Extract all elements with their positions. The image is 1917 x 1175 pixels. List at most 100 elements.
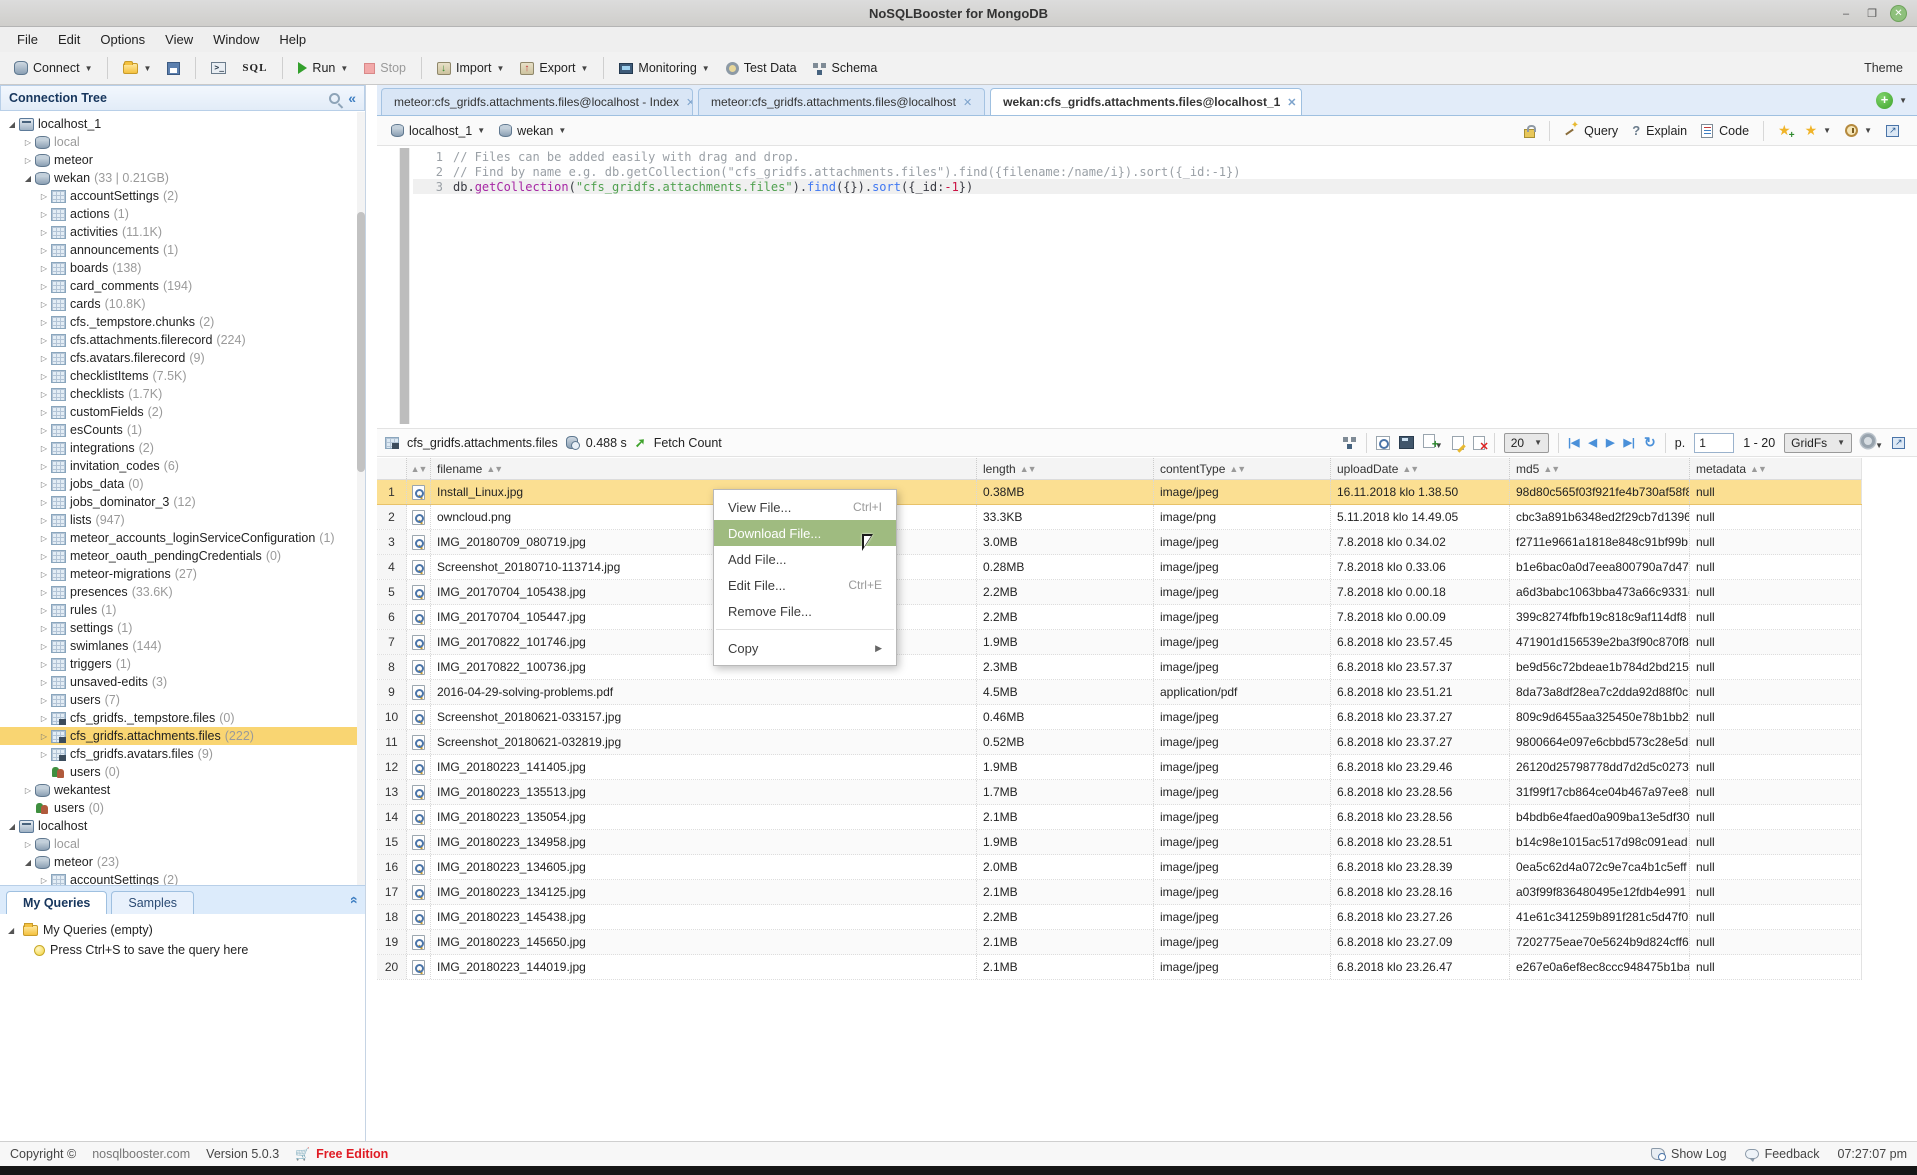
table-row[interactable]: 14IMG_20180223_135054.jpg2.1MBimage/jpeg… <box>377 805 1862 830</box>
expand-icon[interactable]: ▷ <box>38 660 50 669</box>
export-button[interactable]: Export▼ <box>514 57 594 79</box>
last-page-button[interactable]: ▶| <box>1623 436 1635 449</box>
code-button[interactable]: Code <box>1701 124 1749 138</box>
test-data-button[interactable]: Test Data <box>720 57 803 79</box>
menu-edit[interactable]: Edit <box>49 29 89 50</box>
expand-icon[interactable]: ▷ <box>38 390 50 399</box>
header-icon-col[interactable]: ▲▼ <box>407 458 431 479</box>
collapse-icon[interactable]: ◢ <box>6 822 18 831</box>
tree-item-activities[interactable]: ▷activities(11.1K) <box>0 223 357 241</box>
console-icon[interactable] <box>1399 436 1414 449</box>
header-contentType[interactable]: contentType▲▼ <box>1154 458 1331 479</box>
schema-button[interactable]: Schema <box>807 57 884 79</box>
page-input[interactable] <box>1694 433 1734 453</box>
menu-options[interactable]: Options <box>91 29 154 50</box>
row-preview-cell[interactable] <box>407 905 431 929</box>
expand-icon[interactable]: ▷ <box>38 444 50 453</box>
prev-page-button[interactable]: ◀ <box>1589 436 1597 449</box>
tree-item-rules[interactable]: ▷rules(1) <box>0 601 357 619</box>
expand-icon[interactable]: ▷ <box>38 624 50 633</box>
expand-icon[interactable]: ▷ <box>38 516 50 525</box>
expand-icon[interactable]: ▷ <box>38 714 50 723</box>
fetch-count-label[interactable]: Fetch Count <box>654 436 722 450</box>
expand-icon[interactable]: ▷ <box>38 282 50 291</box>
results-settings-button[interactable]: ▼ <box>1861 434 1883 451</box>
menu-item-edit-file---[interactable]: Edit File...Ctrl+E <box>714 572 896 598</box>
monitoring-button[interactable]: Monitoring▼ <box>613 57 715 79</box>
row-preview-cell[interactable] <box>407 830 431 854</box>
view-mode-select[interactable]: GridFs▼ <box>1784 433 1852 453</box>
lock-icon[interactable] <box>1524 129 1535 138</box>
table-row[interactable]: 20IMG_20180223_144019.jpg2.1MBimage/jpeg… <box>377 955 1862 980</box>
close-button[interactable]: ✕ <box>1890 5 1907 22</box>
row-preview-cell[interactable] <box>407 755 431 779</box>
expand-icon[interactable]: ▷ <box>38 354 50 363</box>
collapse-icon[interactable]: ◢ <box>22 858 34 867</box>
collapse-queries-icon[interactable]: « <box>347 896 363 904</box>
tree-item-invitation_codes[interactable]: ▷invitation_codes(6) <box>0 457 357 475</box>
tree-item-cfs_gridfs.attachments.files[interactable]: ▷cfs_gridfs.attachments.files(222) <box>0 727 357 745</box>
tree-item-localhost_1[interactable]: ◢localhost_1 <box>0 115 357 133</box>
maximize-button[interactable]: ❐ <box>1864 6 1880 22</box>
next-page-button[interactable]: ▶ <box>1606 436 1614 449</box>
row-preview-cell[interactable] <box>407 505 431 529</box>
collapse-icon[interactable]: ◢ <box>6 120 18 129</box>
tree-item-lists[interactable]: ▷lists(947) <box>0 511 357 529</box>
table-row[interactable]: 19IMG_20180223_145650.jpg2.1MBimage/jpeg… <box>377 930 1862 955</box>
free-edition-badge[interactable]: 🛒 Free Edition <box>295 1147 388 1161</box>
tree-item-jobs_data[interactable]: ▷jobs_data(0) <box>0 475 357 493</box>
table-row[interactable]: 10Screenshot_20180621-033157.jpg0.46MBim… <box>377 705 1862 730</box>
header-md5[interactable]: md5▲▼ <box>1510 458 1690 479</box>
expand-icon[interactable]: ▷ <box>38 678 50 687</box>
table-row[interactable]: 2owncloud.png33.3KBimage/png5.11.2018 kl… <box>377 505 1862 530</box>
expand-editor-icon[interactable] <box>1886 125 1899 137</box>
header-uploadDate[interactable]: uploadDate▲▼ <box>1331 458 1510 479</box>
expand-icon[interactable]: ▷ <box>38 300 50 309</box>
expand-icon[interactable]: ▷ <box>38 732 50 741</box>
tree-item-meteor_accounts_loginServiceConfiguration[interactable]: ▷meteor_accounts_loginServiceConfigurati… <box>0 529 357 547</box>
table-row[interactable]: 13IMG_20180223_135513.jpg1.7MBimage/jpeg… <box>377 780 1862 805</box>
run-button[interactable]: Run▼ <box>292 57 354 79</box>
expand-icon[interactable]: ▷ <box>22 156 34 165</box>
tree-item-meteor-migrations[interactable]: ▷meteor-migrations(27) <box>0 565 357 583</box>
expand-icon[interactable]: ▷ <box>38 552 50 561</box>
row-preview-cell[interactable] <box>407 555 431 579</box>
row-preview-cell[interactable] <box>407 655 431 679</box>
close-tab-icon[interactable]: ✕ <box>1287 96 1296 109</box>
expand-icon[interactable]: ▷ <box>38 534 50 543</box>
tree-item-local[interactable]: ▷local <box>0 835 357 853</box>
tree-item-esCounts[interactable]: ▷esCounts(1) <box>0 421 357 439</box>
tab-samples[interactable]: Samples <box>111 891 194 914</box>
new-tab-button[interactable]: + <box>1876 92 1893 109</box>
connect-button[interactable]: Connect▼ <box>8 57 98 79</box>
row-preview-cell[interactable] <box>407 480 431 504</box>
row-preview-cell[interactable] <box>407 780 431 804</box>
table-row[interactable]: 3IMG_20180709_080719.jpg3.0MBimage/jpeg7… <box>377 530 1862 555</box>
row-preview-cell[interactable] <box>407 805 431 829</box>
row-preview-cell[interactable] <box>407 855 431 879</box>
tree-item-cfs_gridfs._tempstore.files[interactable]: ▷cfs_gridfs._tempstore.files(0) <box>0 709 357 727</box>
table-row[interactable]: 1Install_Linux.jpg0.38MBimage/jpeg16.11.… <box>377 480 1862 505</box>
add-favorite-icon[interactable]: ★ <box>1778 122 1791 139</box>
row-preview-cell[interactable] <box>407 605 431 629</box>
menu-window[interactable]: Window <box>204 29 268 50</box>
row-preview-cell[interactable] <box>407 580 431 604</box>
row-preview-cell[interactable] <box>407 730 431 754</box>
expand-icon[interactable]: ▷ <box>22 840 34 849</box>
tree-item-accountSettings[interactable]: ▷accountSettings(2) <box>0 187 357 205</box>
add-document-button[interactable]: ▼ <box>1423 434 1443 451</box>
tree-item-triggers[interactable]: ▷triggers(1) <box>0 655 357 673</box>
row-preview-cell[interactable] <box>407 630 431 654</box>
preview-doc-icon[interactable] <box>1376 436 1390 450</box>
tree-item-cfs_gridfs.avatars.files[interactable]: ▷cfs_gridfs.avatars.files(9) <box>0 745 357 763</box>
tab-2[interactable]: meteor:cfs_gridfs.attachments.files@loca… <box>698 88 985 115</box>
favorites-button[interactable]: ★▼ <box>1805 122 1831 139</box>
expand-icon[interactable]: ▷ <box>38 228 50 237</box>
save-button[interactable] <box>161 58 186 79</box>
expander-icon[interactable]: ◢ <box>8 926 18 935</box>
search-icon[interactable] <box>329 93 340 104</box>
tree-item-card_comments[interactable]: ▷card_comments(194) <box>0 277 357 295</box>
tree-item-cfs.attachments.filerecord[interactable]: ▷cfs.attachments.filerecord(224) <box>0 331 357 349</box>
tree-item-checklistItems[interactable]: ▷checklistItems(7.5K) <box>0 367 357 385</box>
tree-item-cards[interactable]: ▷cards(10.8K) <box>0 295 357 313</box>
